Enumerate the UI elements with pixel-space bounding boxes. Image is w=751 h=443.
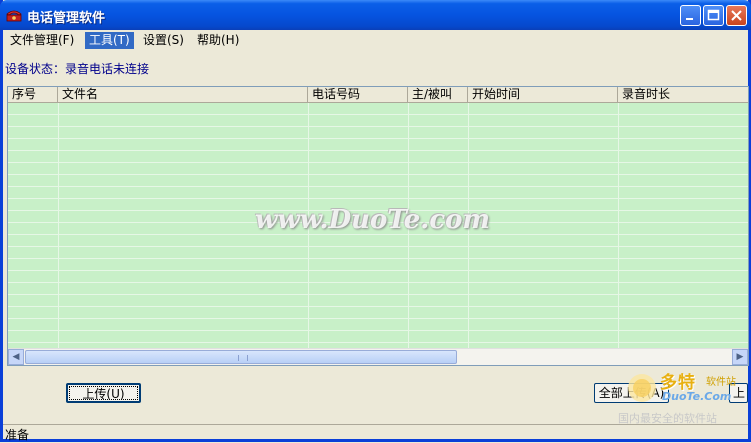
logo-tagline: 国内最安全的软件站 bbox=[618, 412, 717, 425]
maximize-button[interactable] bbox=[703, 5, 724, 26]
telephone-icon bbox=[6, 10, 22, 22]
scroll-thumb[interactable] bbox=[25, 350, 457, 364]
scroll-right-button[interactable]: ▶ bbox=[732, 349, 748, 365]
chevron-left-icon: ◀ bbox=[12, 352, 20, 362]
column-header-filename[interactable]: 文件名 bbox=[58, 87, 308, 102]
close-icon bbox=[731, 10, 742, 21]
upload-button[interactable]: 上传(U) bbox=[66, 383, 141, 403]
menu-help[interactable]: 帮助(H) bbox=[193, 32, 243, 49]
scroll-left-button[interactable]: ◀ bbox=[8, 349, 24, 365]
logo-subtitle: 软件站 bbox=[706, 377, 736, 388]
status-bar: 准备 bbox=[3, 424, 748, 442]
column-header-index[interactable]: 序号 bbox=[8, 87, 58, 102]
column-header-phone[interactable]: 电话号码 bbox=[308, 87, 408, 102]
window-title: 电话管理软件 bbox=[27, 11, 106, 26]
corner-watermark-logo: 多特 软件站 DuoTe.Com 国内最安全的软件站 bbox=[610, 366, 750, 426]
maximize-icon bbox=[707, 9, 720, 21]
status-text: 准备 bbox=[5, 428, 30, 442]
chevron-right-icon: ▶ bbox=[736, 352, 744, 362]
menu-tools[interactable]: 工具(T) bbox=[85, 32, 134, 49]
close-button[interactable] bbox=[726, 5, 747, 26]
column-header-duration[interactable]: 录音时长 bbox=[618, 87, 748, 102]
column-header-direction[interactable]: 主/被叫 bbox=[408, 87, 468, 102]
title-bar[interactable]: 电话管理软件 bbox=[0, 0, 751, 30]
sun-logo-icon bbox=[628, 374, 656, 402]
logo-english-text: DuoTe.Com bbox=[662, 390, 732, 403]
menu-file[interactable]: 文件管理(F) bbox=[6, 32, 78, 49]
minimize-button[interactable] bbox=[680, 5, 701, 26]
menu-bar: 文件管理(F) 工具(T) 设置(S) 帮助(H) bbox=[3, 30, 748, 50]
list-header: 序号 文件名 电话号码 主/被叫 开始时间 录音时长 bbox=[8, 87, 748, 103]
grip-icon bbox=[238, 355, 248, 361]
column-divider bbox=[58, 103, 59, 349]
menu-settings[interactable]: 设置(S) bbox=[139, 32, 188, 49]
minimize-icon bbox=[686, 18, 693, 20]
column-divider bbox=[618, 103, 619, 349]
column-header-start-time[interactable]: 开始时间 bbox=[468, 87, 618, 102]
horizontal-scrollbar[interactable]: ◀ ▶ bbox=[8, 348, 748, 365]
watermark-text: www.DuoTe.com bbox=[255, 205, 491, 235]
device-status: 设备状态：录音电话未连接 bbox=[5, 62, 150, 76]
